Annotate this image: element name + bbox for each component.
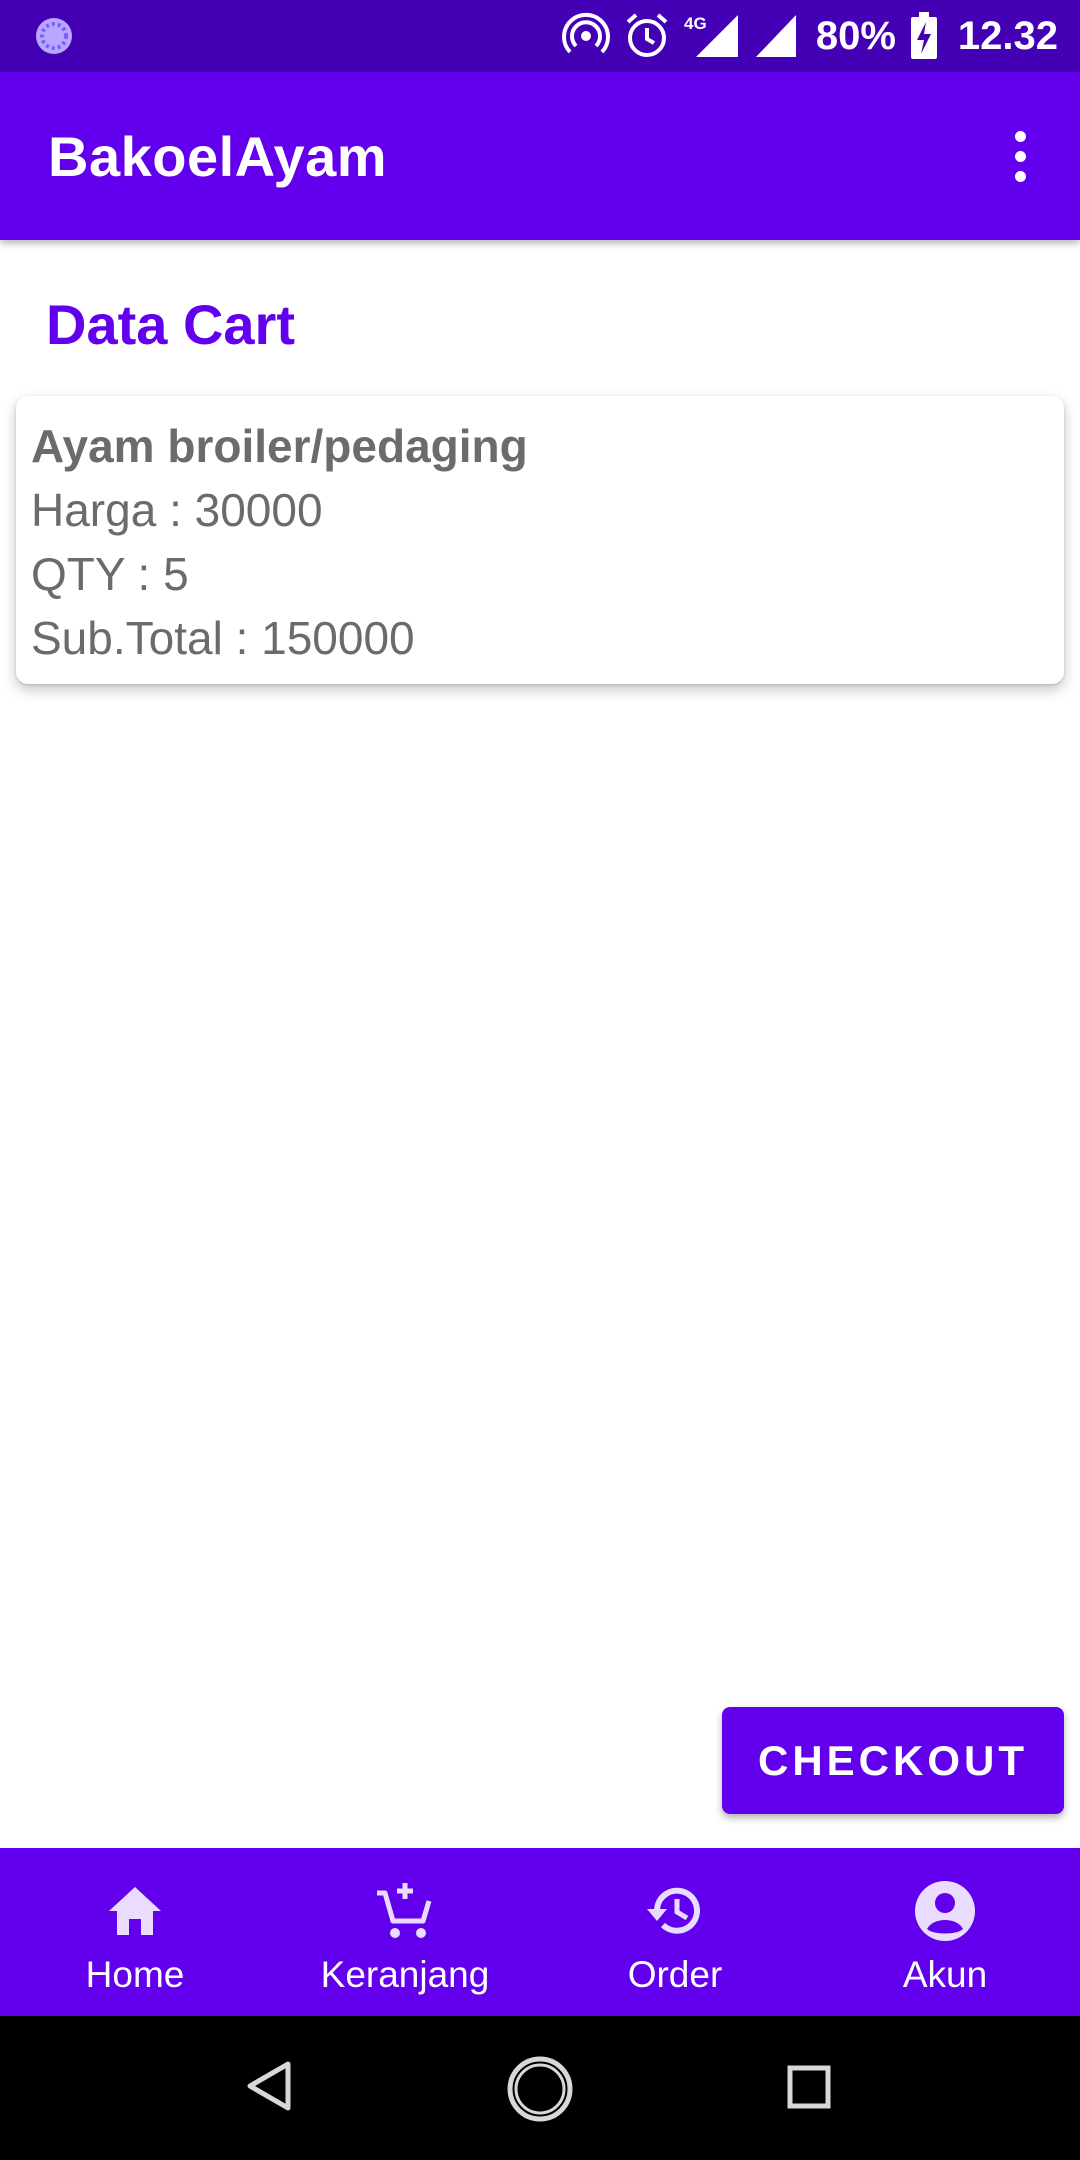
history-icon (640, 1876, 710, 1946)
account-circle-icon (910, 1876, 980, 1946)
nav-item-home[interactable]: Home (0, 1848, 270, 2016)
signal-icon (754, 13, 798, 59)
cart-item-card[interactable]: Ayam broiler/pedaging Harga : 30000 QTY … (16, 396, 1064, 684)
app-bar: BakoelAyam (0, 72, 1080, 240)
home-circle-icon[interactable] (505, 2054, 575, 2129)
nav-item-akun[interactable]: Akun (810, 1848, 1080, 2016)
app-title: BakoelAyam (48, 125, 388, 188)
nav-label-keranjang: Keranjang (320, 1954, 490, 1995)
checkout-button[interactable]: CHECKOUT (722, 1707, 1064, 1814)
alarm-icon (624, 12, 670, 60)
cart-item-qty: QTY : 5 (31, 548, 189, 600)
network-type: 4G (684, 14, 707, 33)
cart-item-price: Harga : 30000 (31, 484, 323, 536)
nav-item-keranjang[interactable]: Keranjang (270, 1848, 540, 2016)
cart-add-icon (370, 1876, 440, 1946)
page-title: Data Cart (46, 293, 295, 356)
more-vert-icon[interactable] (988, 120, 1052, 192)
battery-charging-icon (910, 12, 938, 60)
cart-item-subtotal: Sub.Total : 150000 (31, 612, 415, 664)
clock: 12.32 (957, 13, 1058, 58)
back-icon[interactable] (240, 2056, 300, 2121)
battery-percent: 80% (815, 13, 896, 58)
hotspot-icon (561, 12, 610, 60)
nav-label-home: Home (85, 1954, 185, 1995)
bottom-nav: Home Keranjang Order Akun (0, 1848, 1080, 2016)
nav-label-order: Order (627, 1954, 723, 1995)
recent-apps-icon[interactable] (786, 2064, 834, 2117)
system-nav-bar (0, 2016, 1080, 2160)
signal-4g-icon: 4G (684, 11, 740, 61)
app-indicator-icon (34, 16, 74, 56)
status-bar: 4G 80% 12.32 (0, 0, 1080, 72)
nav-label-akun: Akun (902, 1954, 988, 1995)
home-icon (100, 1876, 170, 1946)
nav-item-order[interactable]: Order (540, 1848, 810, 2016)
cart-item-name: Ayam broiler/pedaging (31, 420, 528, 472)
